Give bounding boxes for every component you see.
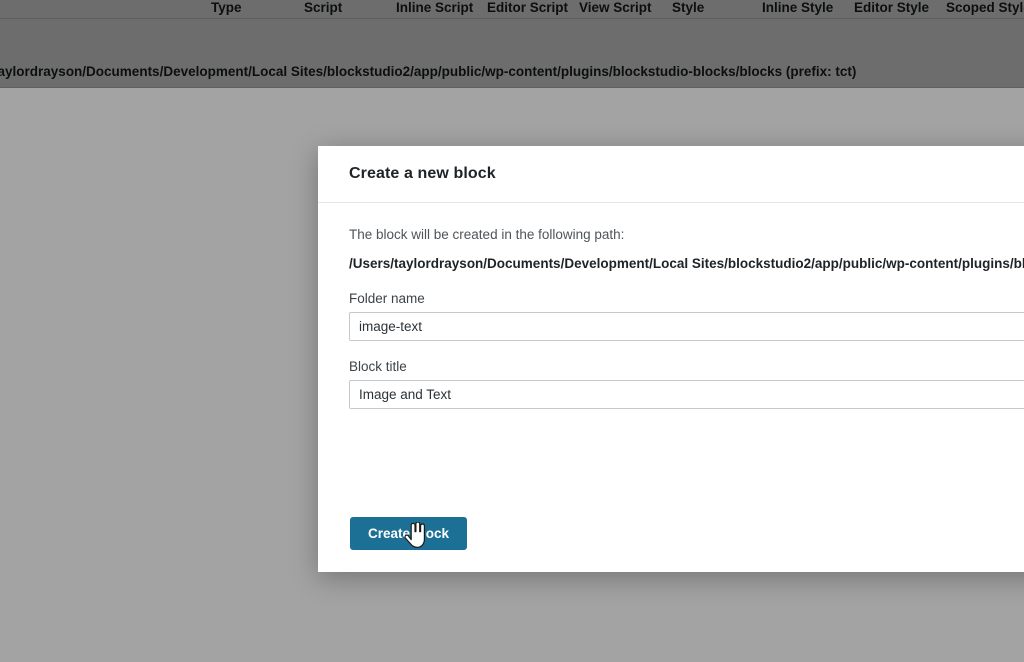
block-title-label: Block title (349, 359, 407, 374)
modal-header: Create a new block (318, 146, 1024, 203)
modal-title: Create a new block (349, 165, 496, 183)
folder-name-label: Folder name (349, 291, 425, 306)
modal-overlay-top[interactable] (0, 0, 1024, 88)
create-block-button[interactable]: Create block (350, 517, 467, 550)
create-block-modal: Create a new block The block will be cre… (318, 146, 1024, 572)
modal-target-path: /Users/taylordrayson/Documents/Developme… (349, 256, 1024, 271)
folder-name-input[interactable] (349, 312, 1024, 341)
block-title-input[interactable] (349, 380, 1024, 409)
modal-intro-text: The block will be created in the followi… (349, 227, 624, 242)
screen: Type Script Inline Script Editor Script … (0, 0, 1024, 662)
